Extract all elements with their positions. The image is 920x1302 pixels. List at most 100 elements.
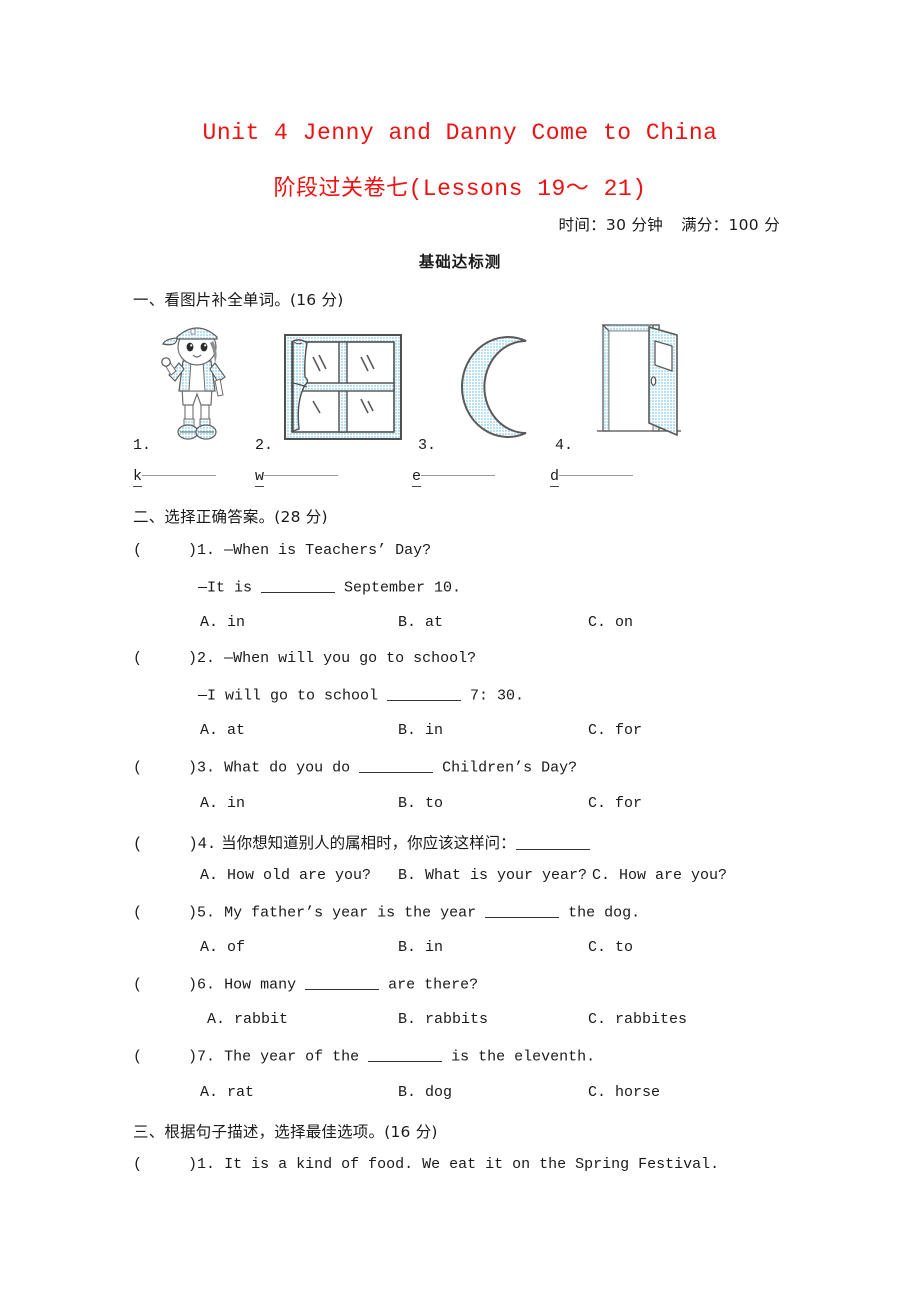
word-blank-4[interactable]: d: [550, 468, 634, 487]
question-2-1-blank[interactable]: [261, 578, 336, 594]
question-2-3[interactable]: ()3. What do you do Children’s Day?: [133, 758, 577, 776]
question-2-6-blank[interactable]: [305, 975, 380, 991]
question-2-3-stem-post: Children’s Day?: [433, 759, 578, 777]
picture-item-4: 4.: [555, 320, 705, 454]
question-2-6-option-b[interactable]: B. rabbits: [398, 1011, 488, 1028]
question-2-6[interactable]: ()6. How many are there?: [133, 975, 478, 993]
question-2-1-stem2-post: September 10.: [335, 579, 462, 597]
full-score-label: 满分：100 分: [681, 216, 780, 234]
question-2-6-option-c[interactable]: C. rabbites: [588, 1011, 687, 1028]
question-2-4-option-b[interactable]: B. What is your year?: [398, 867, 587, 884]
page-subtitle-cn: 阶段过关卷七: [273, 176, 409, 201]
question-2-1-paren-open: (: [133, 542, 143, 559]
page-subtitle-en: (Lessons 19～ 21): [408, 176, 647, 202]
question-2-7-paren-close: ): [188, 1048, 198, 1066]
word-blank-2[interactable]: w: [255, 468, 339, 487]
question-2-1-option-b[interactable]: B. at: [398, 614, 443, 631]
question-2-3-stem-pre: What do you do: [224, 759, 360, 777]
question-3-1-paren-open: (: [133, 1156, 143, 1173]
word-blank-3-rule[interactable]: [421, 474, 496, 476]
picture-item-3-number: 3.: [418, 437, 437, 454]
question-2-1-stem2-pre: —It is: [198, 579, 262, 597]
question-2-1[interactable]: ()1. —When is Teachers’ Day?: [133, 542, 431, 559]
picture-item-3: 3.: [418, 320, 568, 454]
question-2-7-blank[interactable]: [368, 1047, 443, 1063]
question-2-5-option-b[interactable]: B. in: [398, 939, 443, 956]
question-2-5-number: 5.: [197, 904, 216, 922]
word-blank-1-prefix: k: [133, 468, 143, 487]
page-title: Unit 4 Jenny and Danny Come to China: [202, 120, 718, 146]
question-2-4-stem: 当你想知道别人的属相时，你应该这样问：: [221, 834, 516, 852]
question-2-7-option-a[interactable]: A. rat: [200, 1084, 254, 1101]
question-2-2-option-a[interactable]: A. at: [200, 722, 245, 739]
question-3-1-stem: It is a kind of food. We eat it on the S…: [224, 1156, 720, 1173]
question-2-1-option-a[interactable]: A. in: [200, 614, 245, 631]
question-2-3-option-a[interactable]: A. in: [200, 795, 245, 812]
question-2-4-paren-open: (: [133, 835, 143, 853]
question-2-4-option-a[interactable]: A. How old are you?: [200, 867, 371, 884]
question-2-5[interactable]: ()5. My father’s year is the year the do…: [133, 903, 640, 921]
picture-item-2: 2.: [255, 320, 405, 454]
question-2-7-paren-open: (: [133, 1048, 143, 1066]
question-3-1[interactable]: ()1. It is a kind of food. We eat it on …: [133, 1156, 719, 1173]
question-2-2-option-c[interactable]: C. for: [588, 722, 642, 739]
word-blank-1-rule[interactable]: [142, 474, 217, 476]
word-blank-4-rule[interactable]: [559, 474, 634, 476]
question-2-6-stem-post: are there?: [379, 976, 479, 994]
question-2-2-number: 2.: [197, 650, 216, 667]
crescent-moon-illustration: [448, 331, 544, 448]
question-2-5-stem-post: the dog.: [559, 904, 641, 922]
question-2-2-paren-open: (: [133, 650, 143, 667]
question-2-5-paren-open: (: [133, 904, 143, 922]
section3-heading: 三、根据句子描述，选择最佳选项。(16 分): [133, 1123, 438, 1141]
question-2-1-stem2: —It is September 10.: [198, 578, 461, 596]
question-2-4[interactable]: ()4. 当你想知道别人的属相时，你应该这样问：: [133, 831, 590, 853]
question-2-2[interactable]: ()2. —When will you go to school?: [133, 650, 476, 667]
section2-heading: 二、选择正确答案。(28 分): [133, 508, 328, 526]
question-3-1-number: 1.: [197, 1156, 216, 1173]
question-2-2-stem2-pre: —I will go to school: [198, 687, 388, 705]
question-2-3-option-c[interactable]: C. for: [588, 795, 642, 812]
question-2-6-number: 6.: [197, 976, 216, 994]
question-2-4-paren-close: ): [188, 835, 198, 853]
word-blank-1[interactable]: k: [133, 468, 217, 487]
question-2-2-paren-close: ): [188, 650, 198, 667]
word-blank-2-rule[interactable]: [264, 474, 339, 476]
question-2-4-blank[interactable]: [515, 834, 590, 850]
question-2-6-paren-open: (: [133, 976, 143, 994]
question-2-2-option-b[interactable]: B. in: [398, 722, 443, 739]
question-2-3-blank[interactable]: [359, 758, 434, 774]
question-2-6-option-a[interactable]: A. rabbit: [207, 1011, 288, 1028]
question-2-7-option-c[interactable]: C. horse: [588, 1084, 660, 1101]
exam-meta: 时间：30 分钟 满分：100 分: [559, 213, 780, 235]
question-2-2-stem2: —I will go to school 7: 30.: [198, 686, 524, 704]
question-2-3-option-b[interactable]: B. to: [398, 795, 443, 812]
question-2-5-stem-pre: My father’s year is the year: [224, 904, 486, 922]
question-2-5-paren-close: ): [188, 904, 198, 922]
question-2-4-option-c[interactable]: C. How are you?: [592, 867, 727, 884]
question-2-4-number: 4.: [197, 835, 217, 853]
question-2-1-stem: —When is Teachers’ Day?: [224, 542, 432, 559]
word-blank-4-prefix: d: [550, 468, 560, 487]
picture-item-4-number: 4.: [555, 437, 574, 454]
question-2-6-stem-pre: How many: [224, 976, 306, 994]
page-subtitle: 阶段过关卷七(Lessons 19～ 21): [0, 168, 920, 202]
question-2-5-option-c[interactable]: C. to: [588, 939, 633, 956]
worksheet-page: Unit 4 Jenny and Danny Come to China 阶段过…: [0, 0, 920, 1302]
section-banner: 基础达标测: [418, 253, 502, 271]
section1-heading: 一、看图片补全单词。(16 分): [133, 291, 344, 309]
picture-item-1-number: 1.: [133, 437, 152, 454]
question-2-1-paren-close: ): [188, 542, 198, 559]
picture-item-2-number: 2.: [255, 437, 274, 454]
question-2-5-option-a[interactable]: A. of: [200, 939, 245, 956]
question-2-7-number: 7.: [197, 1048, 216, 1066]
question-2-3-paren-open: (: [133, 759, 143, 777]
question-2-2-blank[interactable]: [387, 686, 462, 702]
window-illustration: [281, 331, 405, 448]
question-2-1-number: 1.: [197, 542, 216, 559]
question-2-7-option-b[interactable]: B. dog: [398, 1084, 452, 1101]
question-2-7[interactable]: ()7. The year of the is the eleventh.: [133, 1047, 595, 1065]
question-2-1-option-c[interactable]: C. on: [588, 614, 633, 631]
question-2-5-blank[interactable]: [485, 903, 560, 919]
word-blank-3[interactable]: e: [412, 468, 496, 487]
